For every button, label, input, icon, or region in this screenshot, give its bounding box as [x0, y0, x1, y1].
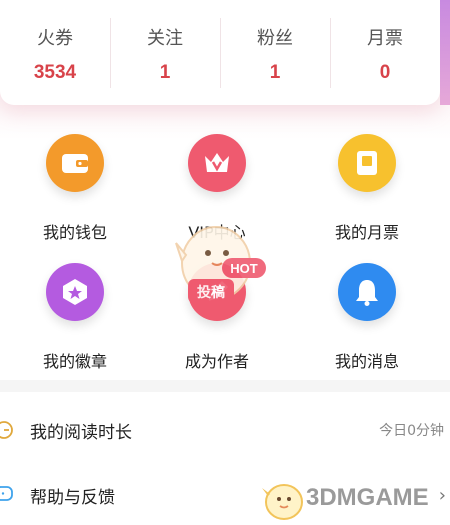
- stat-label: 火券: [37, 28, 73, 49]
- grid-item-messages[interactable]: 我的消息: [292, 263, 442, 372]
- stat-value: 3534: [33, 62, 77, 83]
- stat-value: 1: [159, 62, 171, 83]
- grid-item-badge[interactable]: 我的徽章: [0, 263, 150, 372]
- reading-time-row[interactable]: 我的阅读时长 今日0分钟: [0, 402, 450, 458]
- stat-monthly-ticket[interactable]: 月票 0: [330, 0, 440, 105]
- stat-huoquan[interactable]: 火券 3534: [0, 0, 110, 105]
- stat-label: 月票: [367, 28, 403, 49]
- grid-item-wallet[interactable]: 我的钱包: [0, 134, 150, 243]
- watermark-text: 3DMGAME: [306, 484, 429, 511]
- bell-icon: [338, 263, 396, 321]
- badge-icon: [46, 263, 104, 321]
- edge-strip: [440, 0, 450, 105]
- mascot-hot-label: HOT: [230, 261, 258, 276]
- stats-card: 火券 3534 关注 1 粉丝 1 月票 0: [0, 0, 440, 105]
- grid-label: 我的月票: [334, 223, 399, 242]
- stat-value: 0: [379, 62, 391, 83]
- reading-time-label: 我的阅读时长: [30, 422, 132, 443]
- wallet-icon: [46, 134, 104, 192]
- stat-label: 关注: [147, 28, 183, 49]
- ticket-icon: [338, 134, 396, 192]
- chat-icon: [0, 486, 13, 501]
- mascot-watermark: HOT 投稿: [175, 226, 266, 303]
- grid-item-monthly-ticket[interactable]: 我的月票: [292, 134, 442, 243]
- stat-following[interactable]: 关注 1: [110, 0, 220, 105]
- grid-label: 我的钱包: [42, 223, 107, 242]
- grid-label: 我的徽章: [42, 352, 107, 371]
- stat-fans[interactable]: 粉丝 1: [220, 0, 330, 105]
- stat-value: 1: [269, 62, 281, 83]
- reading-time-value: 今日0分钟: [379, 423, 444, 439]
- clock-icon: [0, 421, 13, 439]
- grid-label: 成为作者: [184, 352, 249, 371]
- help-feedback-label: 帮助与反馈: [30, 487, 115, 508]
- stat-label: 粉丝: [257, 28, 293, 49]
- section-divider: [0, 380, 450, 392]
- grid-label: 我的消息: [334, 352, 399, 371]
- crown-icon: [188, 134, 246, 192]
- mascot-submit-label: 投稿: [197, 284, 225, 301]
